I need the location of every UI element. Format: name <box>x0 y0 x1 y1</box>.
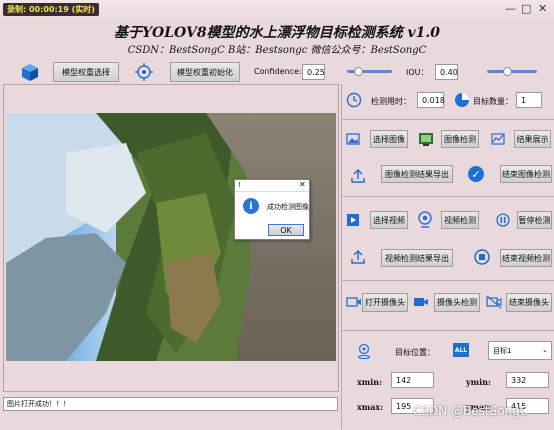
dialog-message: 成功检测图像 <box>267 203 309 211</box>
success-dialog: ! ✕ i 成功检测图像 OK <box>234 179 310 240</box>
confidence-slider[interactable] <box>347 67 392 76</box>
iou-slider-handle[interactable] <box>503 67 512 76</box>
time-value: 0.018 <box>417 92 445 108</box>
section-divider <box>341 330 554 331</box>
xmin-label: xmin: <box>357 377 383 387</box>
camera-detect-button[interactable]: 摄像头检测 <box>434 293 480 312</box>
show-result-button[interactable]: 结果展示 <box>514 130 551 148</box>
watermark: CSDN @BestSongC <box>413 404 529 418</box>
info-icon: i <box>243 198 259 214</box>
close-icon[interactable]: ✕ <box>538 2 547 15</box>
select-image-button[interactable]: 选择图像 <box>370 130 408 148</box>
check-icon: ✓ <box>468 166 484 182</box>
model-weight-init-button[interactable]: 模型权重初始化 <box>170 62 240 82</box>
camera-icon <box>346 296 362 308</box>
pie-chart-icon <box>454 92 470 108</box>
section-divider <box>341 196 554 197</box>
count-label: 目标数量： <box>473 97 513 106</box>
target-select-value: 目标1 <box>493 346 512 355</box>
target-icon <box>134 62 154 82</box>
stop-icon <box>474 249 490 265</box>
confidence-slider-handle[interactable] <box>354 67 364 76</box>
clock-icon <box>346 92 362 108</box>
confidence-label: Confidence: <box>254 67 302 76</box>
pause-detect-button[interactable]: 暂停检测 <box>517 211 552 229</box>
app-title: 基于YOLOV8模型的水上漂浮物目标检测系统 v1.0 <box>114 25 440 41</box>
all-badge: ALL <box>453 343 469 357</box>
open-camera-button[interactable]: 打开摄像头 <box>362 293 408 312</box>
dialog-title-bar <box>235 180 309 192</box>
ymin-value: 332 <box>506 372 549 388</box>
section-divider <box>341 119 554 120</box>
minimize-icon[interactable]: — <box>505 2 516 15</box>
status-bar: 图片打开成功！！！ <box>3 397 338 411</box>
count-value: 1 <box>516 92 542 108</box>
panel-divider <box>341 84 342 429</box>
image-detect-icon <box>418 131 434 147</box>
target-position-label: 目标位置： <box>395 348 435 357</box>
ymin-label: ymin: <box>466 377 491 387</box>
export-video-result-button[interactable]: 视频检测结果导出 <box>381 249 453 267</box>
xmin-value: 142 <box>391 372 434 388</box>
end-image-detect-button[interactable]: 结束图像检测 <box>500 165 552 183</box>
cube-icon <box>20 62 40 82</box>
line-chart-icon <box>491 132 505 146</box>
export-icon <box>350 168 366 184</box>
image-icon <box>346 132 360 146</box>
confidence-spinbox[interactable]: 0.25 <box>302 64 325 80</box>
dialog-ok-button[interactable]: OK <box>268 224 304 236</box>
webcam-icon <box>417 211 433 229</box>
app-subtitle: CSDN：BestSongC B站：Bestsongc 微信公众号：BestSo… <box>127 45 427 56</box>
close-camera-button[interactable]: 结束摄像头 <box>506 293 552 312</box>
recording-indicator: 录制: 00:00:19 (实时) <box>3 3 99 16</box>
iou-spinbox[interactable]: 0.40 <box>435 64 458 80</box>
iou-label: IOU： <box>406 68 429 77</box>
iou-slider[interactable] <box>487 67 537 76</box>
chevron-down-icon: ⌄ <box>542 346 548 354</box>
export-image-result-button[interactable]: 图像检测结果导出 <box>381 165 453 183</box>
pause-icon <box>496 213 510 227</box>
model-weight-select-button[interactable]: 模型权重选择 <box>53 62 119 82</box>
video-detect-button[interactable]: 视频检测 <box>441 211 479 229</box>
image-detect-button[interactable]: 图像检测 <box>441 130 479 148</box>
target-select[interactable]: 目标1 ⌄ <box>488 341 552 360</box>
maximize-icon[interactable]: □ <box>521 2 531 15</box>
time-label: 检测用时： <box>371 97 411 106</box>
location-pin-icon <box>357 343 371 359</box>
select-video-button[interactable]: 选择视频 <box>370 211 408 229</box>
video-file-icon <box>346 213 360 227</box>
camera-off-icon <box>486 295 502 309</box>
dialog-title: ! <box>238 181 241 189</box>
xmax-label: xmax: <box>357 402 384 412</box>
section-divider <box>341 280 554 281</box>
camera-detect-icon <box>413 296 429 308</box>
dialog-close-icon[interactable]: ✕ <box>299 180 306 189</box>
end-video-detect-button[interactable]: 结束视频检测 <box>500 249 552 267</box>
export-icon <box>350 249 366 265</box>
